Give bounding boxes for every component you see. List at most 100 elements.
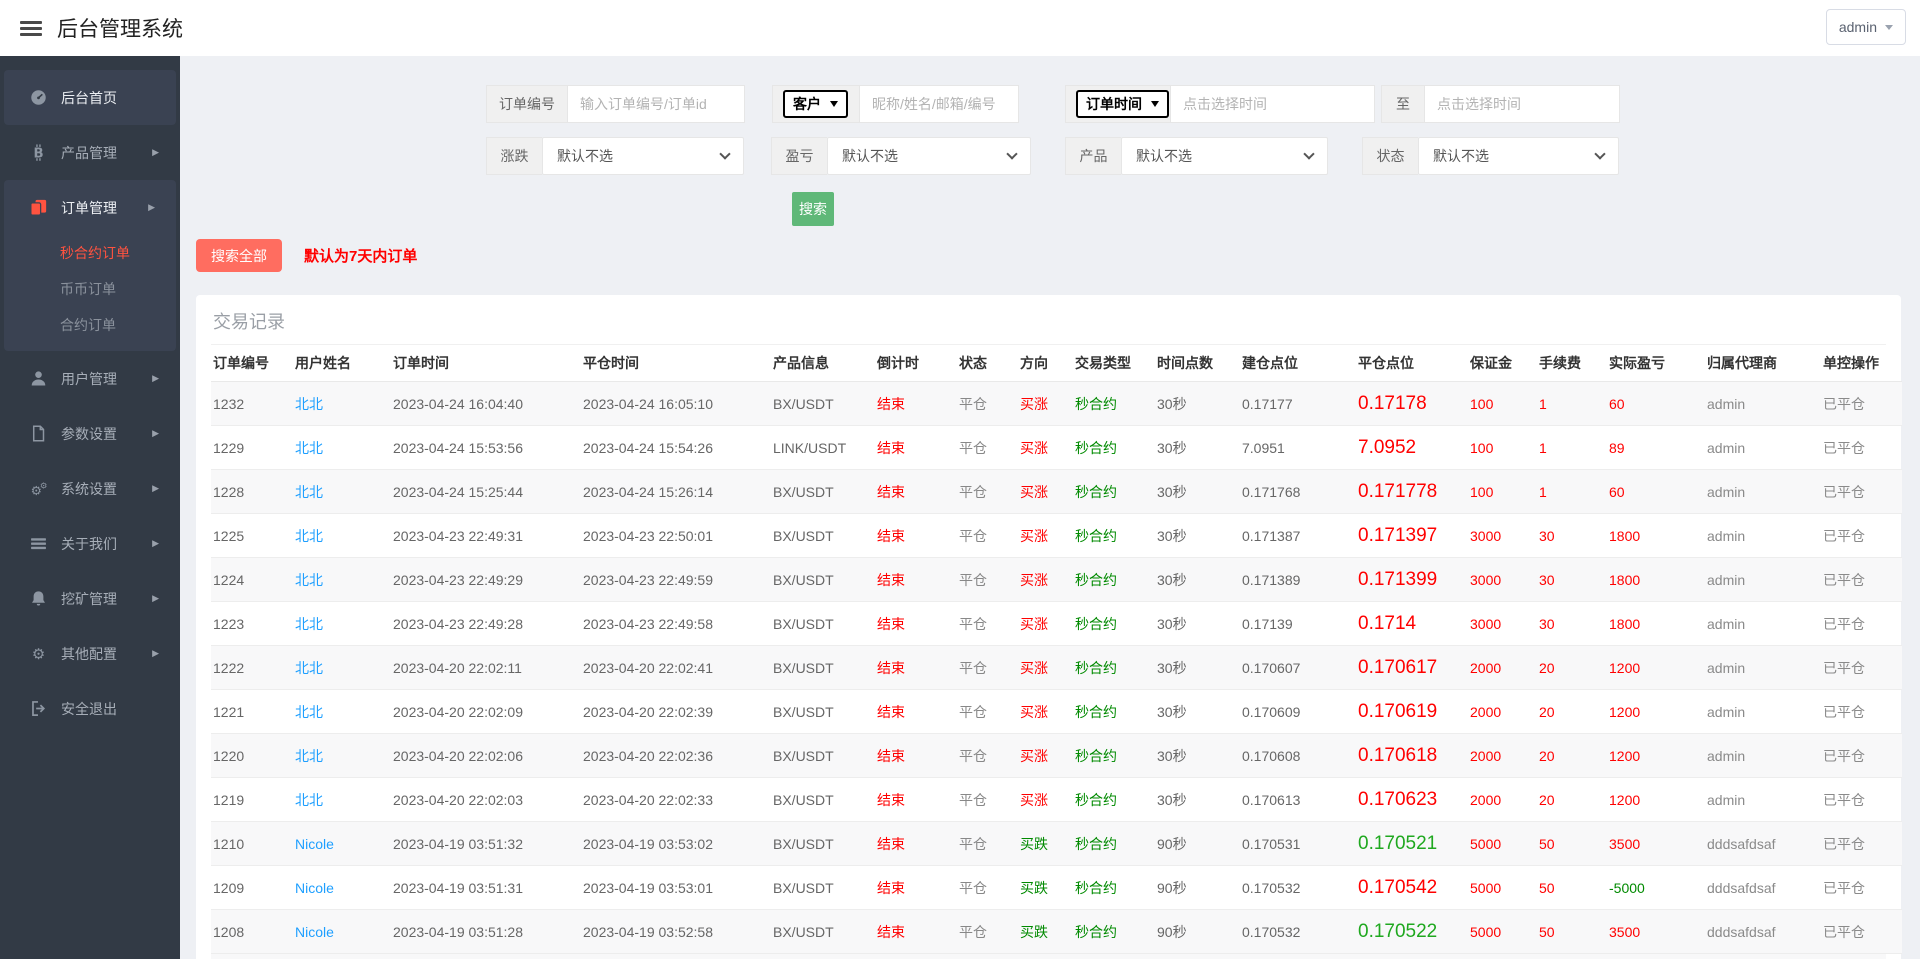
cell-close_time: 2023-04-20 22:02:36 [581,734,771,778]
cell-id: 1222 [211,646,293,690]
cell-close_time: 2023-04-19 03:53:01 [581,866,771,910]
cell-margin: 2000 [1468,778,1537,822]
cell-open_point: 0.171387 [1240,514,1356,558]
sidebar-item-10[interactable]: 安全退出 [0,681,180,736]
cell-fee: 1 [1537,382,1607,426]
sidebar-item-1[interactable]: 后台首页 [4,70,176,125]
sidebar-subitem[interactable]: 币币订单 [4,271,176,307]
product-select[interactable]: 默认不选 [1121,137,1328,175]
status-filter: 状态 默认不选 [1362,137,1619,175]
app-title: 后台管理系统 [57,13,183,43]
cell-profit: 89 [1607,426,1705,470]
cell-product: BX/USDT [771,558,875,602]
cell-agent: admin [1705,690,1821,734]
cell-open_point: 0.170613 [1240,778,1356,822]
time-start-input[interactable] [1170,85,1375,123]
cell-control: 已平仓 [1821,558,1902,602]
col-header-time_points: 时间点数 [1155,345,1240,382]
search-all-button[interactable]: 搜索全部 [196,239,282,272]
order-time-select[interactable]: 订单时间 [1076,90,1169,118]
sidebar-item-3[interactable]: 订单管理▶ [4,180,176,235]
cell-product: LINK/USDT [771,426,875,470]
table-row: 1222北北2023-04-20 22:02:112023-04-20 22:0… [211,646,1902,690]
cell-user[interactable]: 北北 [293,426,391,470]
bell-icon [30,590,50,607]
cell-agent: dddsafdsaf [1705,822,1821,866]
cell-trade_type: 秒合约 [1073,602,1155,646]
cell-time_points: 30秒 [1155,602,1240,646]
sidebar-item-4[interactable]: 用户管理▶ [0,351,180,406]
cell-control: 已平仓 [1821,690,1902,734]
cell-status: 平仓 [957,910,1018,954]
table-row: 1232北北2023-04-24 16:04:402023-04-24 16:0… [211,382,1902,426]
table-row: 1223北北2023-04-23 22:49:282023-04-23 22:4… [211,602,1902,646]
sidebar-item-8[interactable]: 挖矿管理▶ [0,571,180,626]
updown-filter: 涨跌 默认不选 [486,137,744,175]
cell-id: 1223 [211,602,293,646]
cell-countdown: 结束 [875,910,957,954]
cell-user[interactable]: 北北 [293,470,391,514]
cell-user[interactable]: 北北 [293,690,391,734]
cell-open_point: 7.0951 [1240,426,1356,470]
sidebar-item-9[interactable]: ⚙其他配置▶ [0,626,180,681]
cell-open_time: 2023-04-20 22:02:03 [391,778,581,822]
cell-direction: 买涨 [1018,646,1073,690]
sidebar-item-2[interactable]: B产品管理▶ [0,125,180,180]
menu-toggle-icon[interactable] [20,18,42,39]
records-panel: 交易记录 订单编号用户姓名订单时间平仓时间产品信息倒计时状态方向交易类型时间点数… [196,295,1901,959]
cell-close_time: 2023-04-23 22:50:01 [581,514,771,558]
sidebar-item-5[interactable]: 参数设置▶ [0,406,180,461]
time-end-input[interactable] [1424,85,1620,123]
cell-user[interactable]: Nicole [293,866,391,910]
cell-user[interactable]: 北北 [293,514,391,558]
cell-user[interactable]: Nicole [293,822,391,866]
sidebar-subitem[interactable]: 秒合约订单 [4,235,176,271]
cell-user[interactable]: 北北 [293,382,391,426]
table-row: 1220北北2023-04-20 22:02:062023-04-20 22:0… [211,734,1902,778]
cell-agent: admin [1705,514,1821,558]
profit-label: 盈亏 [771,137,827,175]
cell-close_time: 2023-04-23 22:49:59 [581,558,771,602]
sidebar-item-6[interactable]: ⚙⚙系统设置▶ [0,461,180,516]
cell-trade_type: 秒合约 [1073,646,1155,690]
cell-user[interactable]: 北北 [293,646,391,690]
col-header-margin: 保证金 [1468,345,1537,382]
cell-status: 平仓 [957,778,1018,822]
user-dropdown[interactable]: admin [1826,9,1906,45]
updown-select[interactable]: 默认不选 [542,137,744,175]
profit-filter: 盈亏 默认不选 [771,137,1031,175]
cell-user[interactable]: 北北 [293,602,391,646]
sidebar-item-label: 其他配置 [61,644,117,664]
col-header-countdown: 倒计时 [875,345,957,382]
cell-user[interactable]: 北北 [293,734,391,778]
customer-input[interactable] [859,85,1019,123]
cell-countdown: 结束 [875,602,957,646]
cell-user[interactable]: Nicole [293,910,391,954]
cell-open_time: 2023-04-19 03:51:28 [391,910,581,954]
cell-profit: 1200 [1607,734,1705,778]
cell-close_time: 2023-04-20 22:02:39 [581,690,771,734]
orders-icon [30,199,50,216]
cell-status: 平仓 [957,734,1018,778]
cell-direction: 买涨 [1018,558,1073,602]
cell-open_time: 2023-04-20 22:02:09 [391,690,581,734]
cell-close_point: 0.171399 [1356,558,1468,602]
cell-control: 已平仓 [1821,514,1902,558]
cell-user[interactable]: 北北 [293,558,391,602]
cell-profit: 1200 [1607,646,1705,690]
cell-id: 1224 [211,558,293,602]
cell-close_time: 2023-04-23 22:49:58 [581,602,771,646]
chevron-right-icon: ▶ [152,147,159,158]
list-icon [30,535,50,552]
cell-product: BX/USDT [771,778,875,822]
col-header-open_time: 订单时间 [391,345,581,382]
status-select[interactable]: 默认不选 [1418,137,1619,175]
search-button[interactable]: 搜索 [792,192,834,226]
order-no-input[interactable] [567,85,745,123]
cell-close_time: 2023-04-24 16:05:10 [581,382,771,426]
cell-user[interactable]: 北北 [293,778,391,822]
sidebar-item-7[interactable]: 关于我们▶ [0,516,180,571]
profit-select[interactable]: 默认不选 [827,137,1031,175]
customer-select[interactable]: 客户 [783,90,848,118]
sidebar-subitem[interactable]: 合约订单 [4,307,176,343]
